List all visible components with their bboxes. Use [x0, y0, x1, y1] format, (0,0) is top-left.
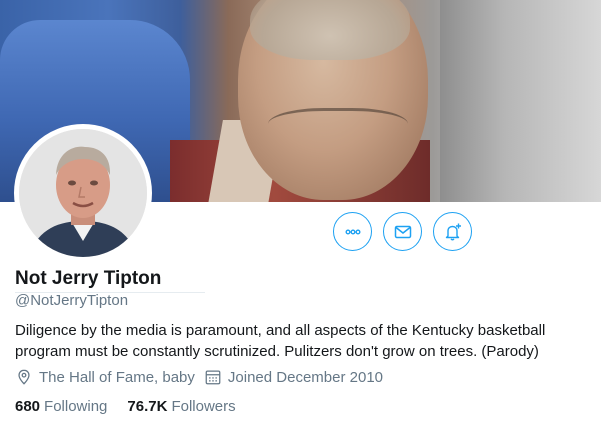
envelope-icon	[394, 225, 411, 238]
following-link[interactable]: 680 Following	[15, 398, 107, 415]
profile-meta: The Hall of Fame, baby Joined December 2…	[15, 368, 392, 386]
joined-text: Joined December 2010	[227, 368, 384, 386]
avatar-photo	[19, 129, 147, 257]
notifications-button[interactable]	[433, 212, 472, 251]
followers-count: 76.7K	[127, 398, 168, 415]
joined-item: Joined December 2010	[204, 368, 383, 386]
profile-stats: 680 Following 76.7K Followers	[15, 398, 256, 415]
profile-bio: Diligence by the media is paramount, and…	[15, 322, 546, 360]
banner-glasses	[268, 108, 408, 148]
banner-hair	[250, 0, 410, 60]
message-button[interactable]	[383, 212, 422, 251]
bell-plus-icon	[445, 223, 461, 240]
display-name: Not Jerry Tipton	[15, 268, 162, 289]
profile-actions	[333, 212, 472, 251]
following-label: Following	[44, 398, 108, 415]
display-name-row: Not Jerry Tipton	[15, 268, 205, 293]
banner-background-figure	[440, 0, 601, 202]
followers-link[interactable]: 76.7K Followers	[127, 398, 235, 415]
location-pin-icon	[18, 369, 30, 385]
location-item: The Hall of Fame, baby	[15, 368, 195, 386]
following-count: 680	[15, 398, 41, 415]
calendar-icon	[205, 370, 221, 385]
ellipsis-icon	[345, 228, 360, 234]
followers-label: Followers	[171, 398, 236, 415]
more-options-button[interactable]	[333, 212, 372, 251]
location-text: The Hall of Fame, baby	[39, 368, 195, 386]
user-handle: @NotJerryTipton	[15, 292, 129, 309]
profile-avatar[interactable]	[14, 124, 152, 262]
